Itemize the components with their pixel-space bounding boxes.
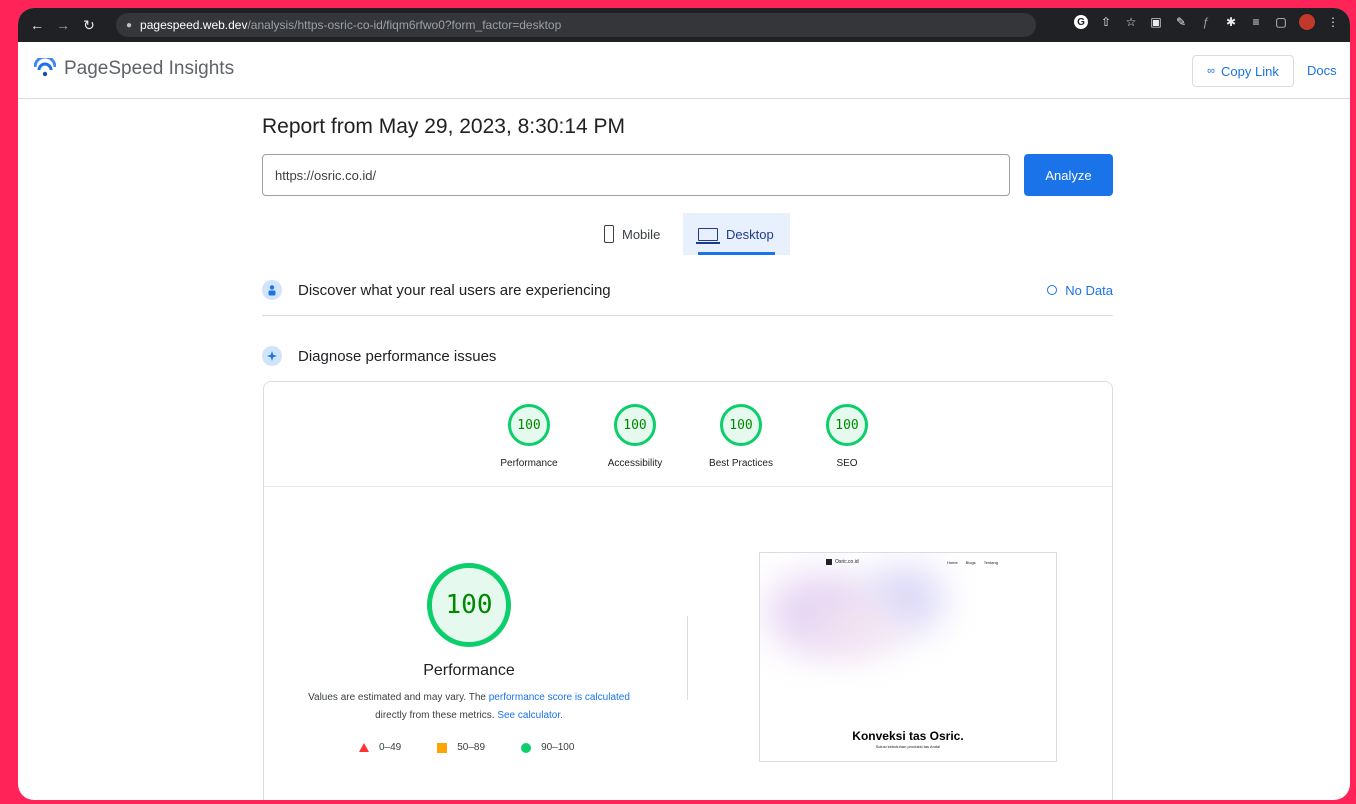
tab-mobile-label: Mobile — [622, 226, 661, 242]
pass-circle-icon — [521, 742, 532, 753]
legend-fail-range: 0–49 — [379, 742, 402, 753]
info-icon — [1047, 285, 1058, 295]
address-bar[interactable]: ● pagespeed.web.dev/analysis/https-osric… — [116, 13, 1036, 37]
card-divider — [264, 486, 1112, 487]
puzzle-icon[interactable]: ✱ — [1224, 15, 1238, 29]
tab-desktop-label: Desktop — [726, 226, 774, 242]
section-divider — [262, 315, 1113, 316]
page-screenshot-preview: Osric.co.id Home Blogs Tentang Konveksi … — [759, 552, 1057, 762]
url-host: pagespeed.web.dev — [140, 18, 248, 32]
users-experience-icon — [262, 280, 282, 300]
analyze-button[interactable]: Analyze — [1024, 154, 1113, 196]
google-icon[interactable]: G — [1074, 15, 1088, 29]
score-calculated-link[interactable]: performance score is calculated — [489, 692, 630, 703]
legend-fail: 0–49 — [359, 742, 401, 753]
gauge-seo-label: SEO — [836, 458, 858, 469]
performance-description: Values are estimated and may vary. The p… — [289, 689, 649, 725]
desc-text-2: directly from these metrics. — [375, 710, 498, 721]
real-users-heading: Discover what your real users are experi… — [298, 281, 611, 299]
docs-link[interactable]: Docs — [1307, 63, 1337, 78]
preview-heading: Konveksi tas Osric. — [852, 729, 964, 743]
menu-kebab-icon[interactable]: ⋮ — [1326, 15, 1340, 29]
profile-avatar[interactable] — [1299, 14, 1315, 30]
preview-nav-item: Blogs — [965, 560, 976, 565]
copy-link-label: Copy Link — [1221, 63, 1279, 79]
diagnose-heading: Diagnose performance issues — [298, 347, 497, 365]
pagespeed-logo-icon — [34, 58, 56, 77]
share-icon[interactable]: ⇧ — [1099, 15, 1113, 29]
extension-icons: G ⇧ ☆ ▣ ✎ ƒ ✱ ≡ ▢ ⋮ — [1074, 14, 1340, 30]
performance-big-gauge: 100 — [427, 563, 511, 647]
back-icon[interactable]: ← — [24, 17, 50, 33]
preview-nav-item: Tentang — [983, 560, 998, 565]
link-icon: ∞ — [1207, 65, 1216, 77]
gauge-best-practices-score: 100 — [720, 404, 762, 446]
legend-average: 50–89 — [437, 742, 485, 753]
legend-pass-range: 90–100 — [541, 742, 575, 753]
real-users-section[interactable]: Discover what your real users are experi… — [262, 275, 1113, 305]
reload-icon[interactable]: ↻ — [76, 17, 102, 34]
url-path: /analysis/https-osric-co-id/fiqm6rfwo0?f… — [247, 18, 562, 32]
preview-gradient-blob — [820, 603, 900, 653]
preview-brand: Osric.co.id — [826, 559, 859, 565]
preview-brand-text: Osric.co.id — [835, 559, 859, 565]
gauge-best-practices-label: Best Practices — [709, 458, 773, 469]
see-calculator-link[interactable]: See calculator. — [497, 710, 563, 721]
gauge-accessibility[interactable]: 100 Accessibility — [585, 404, 685, 469]
app-title: PageSpeed Insights — [64, 58, 235, 79]
gauge-performance[interactable]: 100 Performance — [479, 404, 579, 469]
copy-link-button[interactable]: ∞ Copy Link — [1192, 55, 1294, 87]
gauge-accessibility-score: 100 — [614, 404, 656, 446]
score-legend: 0–49 50–89 90–100 — [359, 742, 574, 753]
preview-nav: Home Blogs Tentang — [947, 560, 998, 565]
url-input[interactable] — [262, 154, 1010, 196]
no-data-label: No Data — [1065, 282, 1113, 298]
legend-average-range: 50–89 — [457, 742, 486, 753]
browser-window: ← → ↻ ● pagespeed.web.dev/analysis/https… — [18, 8, 1350, 800]
script-icon[interactable]: ƒ — [1199, 15, 1213, 29]
gauge-best-practices[interactable]: 100 Best Practices — [691, 404, 791, 469]
desc-text-1: Values are estimated and may vary. The — [308, 692, 489, 703]
performance-big-label: Performance — [423, 662, 515, 679]
side-panel-icon[interactable]: ▢ — [1274, 15, 1288, 29]
tab-desktop[interactable]: Desktop — [683, 213, 790, 255]
diagnose-icon — [262, 346, 282, 366]
extension-pen-icon[interactable]: ✎ — [1174, 15, 1188, 29]
gauge-performance-label: Performance — [500, 458, 558, 469]
mobile-phone-icon — [604, 225, 614, 243]
gauge-performance-score: 100 — [508, 404, 550, 446]
diagnose-section: Diagnose performance issues — [262, 341, 1113, 371]
preview-nav-item: Home — [947, 560, 958, 565]
preview-subheading: Solusi kebutuhan produksi tas Anda! — [875, 744, 941, 749]
camera-icon[interactable]: ▣ — [1149, 15, 1163, 29]
star-icon[interactable]: ☆ — [1124, 15, 1138, 29]
reading-list-icon[interactable]: ≡ — [1249, 15, 1263, 29]
tab-mobile[interactable]: Mobile — [594, 213, 680, 255]
gauge-seo[interactable]: 100 SEO — [797, 404, 897, 469]
average-square-icon — [437, 742, 448, 753]
fail-triangle-icon — [359, 743, 369, 752]
desktop-monitor-icon — [696, 227, 720, 244]
report-title: Report from May 29, 2023, 8:30:14 PM — [262, 115, 626, 138]
app-header: PageSpeed Insights ∞ Copy Link Docs — [18, 42, 1350, 99]
report-card: 100 Performance 100 Accessibility 100 Be… — [263, 381, 1113, 800]
gauge-accessibility-label: Accessibility — [607, 458, 663, 469]
lock-icon: ● — [126, 19, 133, 31]
legend-pass: 90–100 — [521, 742, 574, 753]
preview-brand-icon — [826, 559, 832, 565]
no-data-indicator[interactable]: No Data — [1047, 283, 1113, 298]
forward-icon[interactable]: → — [50, 17, 76, 33]
vertical-separator — [687, 616, 688, 700]
gauge-seo-score: 100 — [826, 404, 868, 446]
browser-toolbar: ← → ↻ ● pagespeed.web.dev/analysis/https… — [18, 8, 1350, 42]
